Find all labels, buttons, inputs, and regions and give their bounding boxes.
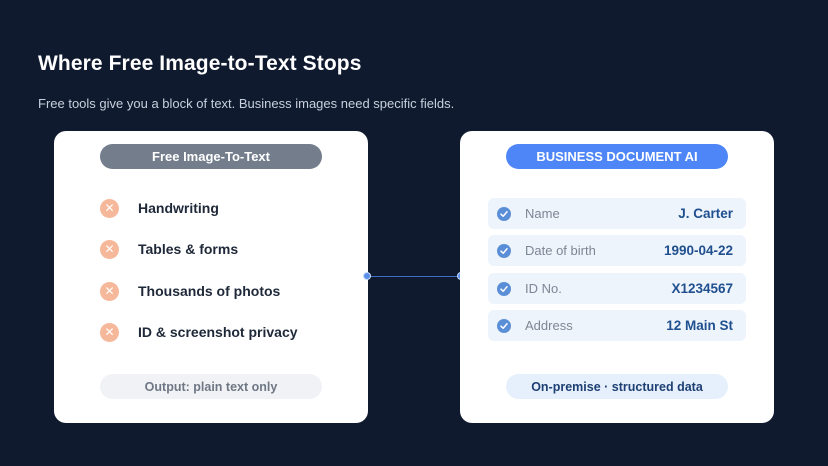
free-tool-badge: Free Image-To-Text bbox=[100, 144, 322, 169]
page-title: Where Free Image-to-Text Stops bbox=[38, 52, 362, 75]
x-icon: ✕ bbox=[100, 239, 119, 259]
check-icon bbox=[497, 281, 511, 296]
connector-line bbox=[368, 276, 461, 277]
field-label: Date of birth bbox=[525, 243, 596, 258]
page-subtitle: Free tools give you a block of text. Bus… bbox=[38, 96, 455, 111]
field-value: X1234567 bbox=[671, 281, 733, 296]
business-document-ai-card: BUSINESS DOCUMENT AI Name J. Carter Date… bbox=[460, 131, 774, 423]
list-item-label: ID & screenshot privacy bbox=[138, 324, 298, 340]
field-value: 12 Main St bbox=[666, 318, 733, 333]
connector-dot-left bbox=[363, 272, 371, 280]
field-label: Name bbox=[525, 206, 560, 221]
field-label: ID No. bbox=[525, 281, 562, 296]
list-item-label: Thousands of photos bbox=[138, 283, 281, 299]
list-item-label: Tables & forms bbox=[138, 241, 239, 257]
structured-data-note: On-premise · structured data bbox=[506, 374, 728, 399]
x-icon: ✕ bbox=[100, 281, 119, 301]
field-row-address: Address 12 Main St bbox=[488, 310, 746, 341]
field-row-id-no: ID No. X1234567 bbox=[488, 273, 746, 304]
business-ai-badge: BUSINESS DOCUMENT AI bbox=[506, 144, 728, 169]
list-item: ✕ Thousands of photos bbox=[100, 280, 280, 302]
field-row-date-of-birth: Date of birth 1990-04-22 bbox=[488, 235, 746, 266]
field-value: 1990-04-22 bbox=[663, 243, 733, 258]
field-label: Address bbox=[525, 318, 573, 333]
check-icon bbox=[497, 318, 511, 333]
list-item: ✕ Handwriting bbox=[100, 197, 219, 219]
check-icon bbox=[497, 206, 511, 221]
field-value: J. Carter bbox=[678, 206, 733, 221]
x-icon: ✕ bbox=[100, 198, 119, 218]
free-image-to-text-card: Free Image-To-Text ✕ Handwriting ✕ Table… bbox=[54, 131, 368, 423]
check-icon bbox=[497, 243, 511, 258]
list-item: ✕ ID & screenshot privacy bbox=[100, 321, 298, 343]
field-row-name: Name J. Carter bbox=[488, 198, 746, 229]
list-item-label: Handwriting bbox=[138, 200, 219, 216]
list-item: ✕ Tables & forms bbox=[100, 238, 238, 260]
x-icon: ✕ bbox=[100, 322, 119, 342]
output-note: Output: plain text only bbox=[100, 374, 322, 399]
